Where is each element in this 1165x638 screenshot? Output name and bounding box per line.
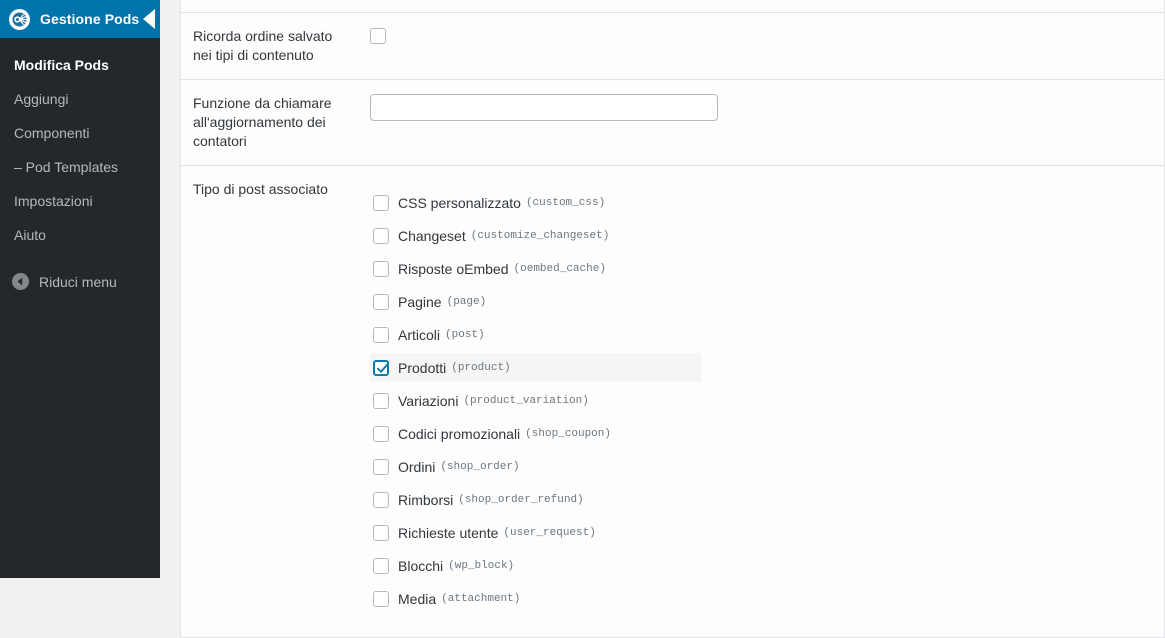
post-type-item[interactable]: Articoli (post) bbox=[370, 320, 701, 349]
post-type-label: Prodotti bbox=[398, 359, 447, 376]
post-type-slug: (wp_block) bbox=[448, 559, 515, 572]
post-type-checkbox[interactable] bbox=[373, 557, 389, 574]
admin-sidebar: Gestione Pods Modifica Pods Aggiungi Com… bbox=[0, 0, 160, 578]
post-type-label: Articoli bbox=[398, 326, 441, 343]
remember-order-checkbox[interactable] bbox=[370, 27, 386, 44]
counter-function-input[interactable] bbox=[370, 94, 718, 121]
post-type-label: Ordini bbox=[398, 458, 436, 475]
post-type-checkbox[interactable] bbox=[373, 359, 389, 376]
row-field-counter-function bbox=[361, 80, 1164, 165]
collapse-menu-button[interactable]: Riduci menu bbox=[0, 264, 160, 299]
post-type-slug: (oembed_cache) bbox=[513, 262, 606, 275]
post-type-slug: (product) bbox=[451, 361, 511, 374]
post-type-checkbox[interactable] bbox=[373, 293, 389, 310]
post-type-label: Rimborsi bbox=[398, 491, 454, 508]
post-type-slug: (shop_order) bbox=[440, 460, 520, 473]
post-type-checkbox[interactable] bbox=[373, 194, 389, 211]
chevron-left-icon[interactable] bbox=[138, 0, 160, 38]
post-type-label: CSS personalizzato bbox=[398, 194, 521, 211]
post-type-checkbox[interactable] bbox=[373, 392, 389, 409]
post-type-slug: (user_request) bbox=[503, 526, 596, 539]
post-type-item[interactable]: Variazioni (product_variation) bbox=[370, 386, 701, 415]
post-type-slug: (product_variation) bbox=[463, 394, 589, 407]
post-type-item[interactable]: Rimborsi (shop_order_refund) bbox=[370, 485, 701, 514]
row-label-post-types: Tipo di post associato bbox=[193, 181, 328, 197]
post-type-item[interactable]: Pagine (page) bbox=[370, 287, 701, 316]
form-row-remember-order: Ricorda ordine salvato nei tipi di conte… bbox=[181, 13, 1164, 79]
post-type-slug: (post) bbox=[445, 328, 485, 341]
sidebar-item-aggiungi[interactable]: Aggiungi bbox=[0, 82, 160, 116]
post-type-label: Blocchi bbox=[398, 557, 444, 574]
main-content: Ricorda ordine salvato nei tipi di conte… bbox=[180, 0, 1165, 638]
post-type-item[interactable]: Prodotti (product) bbox=[370, 353, 701, 382]
post-type-label: Media bbox=[398, 590, 437, 607]
post-type-checkbox[interactable] bbox=[373, 326, 389, 343]
post-type-slug: (shop_coupon) bbox=[525, 427, 611, 440]
post-type-item[interactable]: Ordini (shop_order) bbox=[370, 452, 701, 481]
post-type-label: Codici promozionali bbox=[398, 425, 521, 442]
screen: Gestione Pods Modifica Pods Aggiungi Com… bbox=[0, 0, 1165, 638]
sidebar-header: Gestione Pods bbox=[0, 0, 160, 38]
sidebar-item-modifica-pods[interactable]: Modifica Pods bbox=[0, 48, 160, 82]
post-type-checkbox[interactable] bbox=[373, 458, 389, 475]
post-type-label: Pagine bbox=[398, 293, 442, 310]
post-type-item[interactable]: Richieste utente (user_request) bbox=[370, 518, 701, 547]
row-field-post-types: CSS personalizzato (custom_css) Changeset (… bbox=[361, 166, 1164, 637]
post-type-checkbox[interactable] bbox=[373, 524, 389, 541]
arrow-left-circle-icon bbox=[12, 273, 29, 290]
sidebar-title: Gestione Pods bbox=[40, 11, 140, 27]
post-type-label: Richieste utente bbox=[398, 524, 499, 541]
partial-row-top bbox=[181, 0, 1164, 13]
row-label-remember-order: Ricorda ordine salvato nei tipi di conte… bbox=[193, 28, 333, 63]
post-type-slug: (shop_order_refund) bbox=[458, 493, 584, 506]
post-type-slug: (custom_css) bbox=[525, 196, 606, 209]
row-label-counter-function: Funzione da chiamare all'aggiornamento d… bbox=[193, 95, 332, 149]
post-type-label: Changeset bbox=[398, 227, 466, 244]
post-type-item[interactable]: Blocchi (wp_block) bbox=[370, 551, 701, 580]
post-type-checkbox[interactable] bbox=[373, 590, 389, 607]
post-type-item[interactable]: Media (attachment) bbox=[370, 584, 701, 613]
row-field-remember-order bbox=[361, 13, 1164, 79]
post-type-label: Risposte oEmbed bbox=[398, 260, 509, 277]
post-type-checkbox[interactable] bbox=[373, 491, 389, 508]
post-type-checkbox[interactable] bbox=[373, 425, 389, 442]
sidebar-item-impostazioni[interactable]: Impostazioni bbox=[0, 184, 160, 218]
sidebar-menu: Modifica Pods Aggiungi Componenti – Pod … bbox=[0, 38, 160, 252]
post-type-item[interactable]: Changeset (customize_changeset) bbox=[370, 221, 701, 250]
post-type-item[interactable]: Risposte oEmbed (oembed_cache) bbox=[370, 254, 701, 283]
post-type-checkbox[interactable] bbox=[373, 227, 389, 244]
form-row-post-types: Tipo di post associato CSS personalizzat… bbox=[181, 165, 1164, 637]
post-type-slug: (attachment) bbox=[441, 592, 521, 605]
form-row-counter-function: Funzione da chiamare all'aggiornamento d… bbox=[181, 79, 1164, 165]
post-type-item[interactable]: CSS personalizzato (custom_css) bbox=[370, 188, 701, 217]
sidebar-item-pod-templates[interactable]: – Pod Templates bbox=[0, 150, 160, 184]
post-type-checkbox-list: CSS personalizzato (custom_css) Changeset (… bbox=[370, 180, 1152, 623]
post-type-label: Variazioni bbox=[398, 392, 459, 409]
post-type-slug: (customize_changeset) bbox=[470, 229, 610, 242]
collapse-menu-label: Riduci menu bbox=[39, 273, 117, 290]
post-type-checkbox[interactable] bbox=[373, 260, 389, 277]
post-type-slug: (page) bbox=[446, 295, 487, 308]
post-type-item[interactable]: Codici promozionali (shop_coupon) bbox=[370, 419, 701, 448]
sidebar-item-componenti[interactable]: Componenti bbox=[0, 116, 160, 150]
sidebar-item-aiuto[interactable]: Aiuto bbox=[0, 218, 160, 252]
settings-panel: Ricorda ordine salvato nei tipi di conte… bbox=[180, 0, 1165, 638]
pods-logo-icon bbox=[9, 8, 30, 30]
